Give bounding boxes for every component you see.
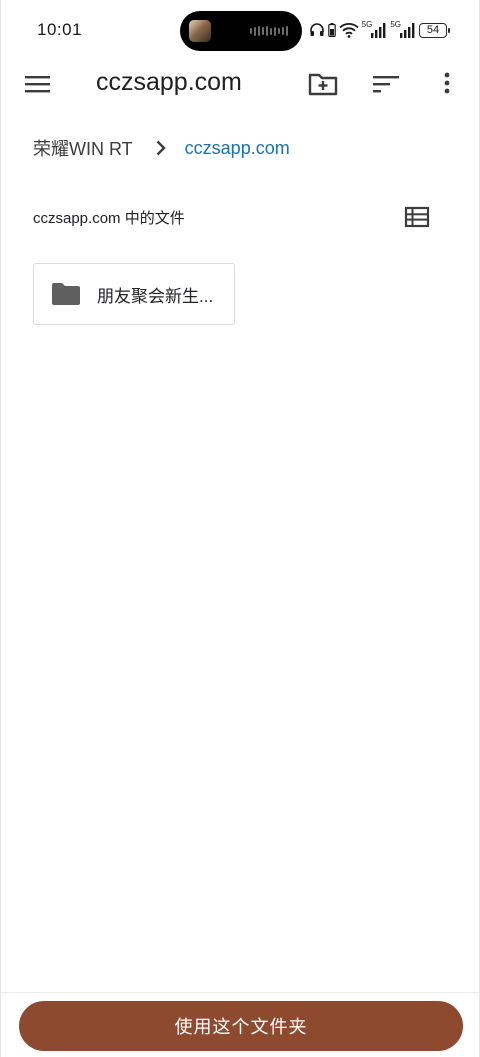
sort-icon — [373, 76, 399, 93]
chevron-right-icon — [155, 139, 167, 157]
breadcrumb: 荣耀WIN RT cczsapp.com — [33, 134, 290, 162]
new-folder-button[interactable] — [307, 68, 339, 100]
list-view-icon — [404, 206, 430, 228]
bottom-divider — [1, 992, 479, 993]
more-vertical-icon — [444, 72, 450, 94]
small-battery-icon — [327, 23, 336, 37]
cell-signal-icon-1 — [371, 22, 386, 38]
headphones-icon — [309, 23, 324, 36]
dynamic-island[interactable] — [180, 11, 302, 51]
create-new-folder-icon — [308, 73, 338, 96]
status-icons: 5G 5G 54 — [309, 19, 450, 40]
view-toggle-button[interactable] — [403, 204, 431, 230]
sort-button[interactable] — [370, 68, 402, 100]
music-app-icon — [189, 20, 211, 42]
toolbar-title: cczsapp.com — [96, 68, 242, 96]
status-bar: 10:01 5G 5G 54 — [1, 0, 479, 60]
section-title: cczsapp.com 中的文件 — [33, 210, 185, 227]
hamburger-menu-icon — [25, 76, 50, 93]
file-picker-screen: 10:01 5G 5G 54 cczsapp.com 荣耀WIN RT cczs… — [0, 0, 480, 1057]
folder-item[interactable]: 朋友聚会新生... — [33, 263, 235, 325]
status-time: 10:01 — [37, 20, 83, 39]
audio-wave-icon — [250, 26, 288, 36]
folder-icon — [52, 283, 80, 305]
folder-name: 朋友聚会新生... — [97, 286, 214, 306]
cell-signal-icon-2 — [400, 22, 415, 38]
use-this-folder-button[interactable]: 使用这个文件夹 — [19, 1001, 463, 1051]
signal-label-1: 5G — [361, 19, 373, 29]
battery-level: 54 — [426, 23, 440, 36]
signal-label-2: 5G — [390, 19, 401, 29]
more-options-button[interactable] — [431, 68, 463, 100]
hamburger-menu-button[interactable] — [23, 70, 53, 98]
wifi-icon — [339, 23, 359, 38]
breadcrumb-root[interactable]: 荣耀WIN RT — [33, 135, 133, 161]
battery-indicator: 54 — [419, 22, 450, 38]
breadcrumb-current[interactable]: cczsapp.com — [185, 138, 290, 159]
top-app-bar: cczsapp.com — [1, 60, 479, 108]
